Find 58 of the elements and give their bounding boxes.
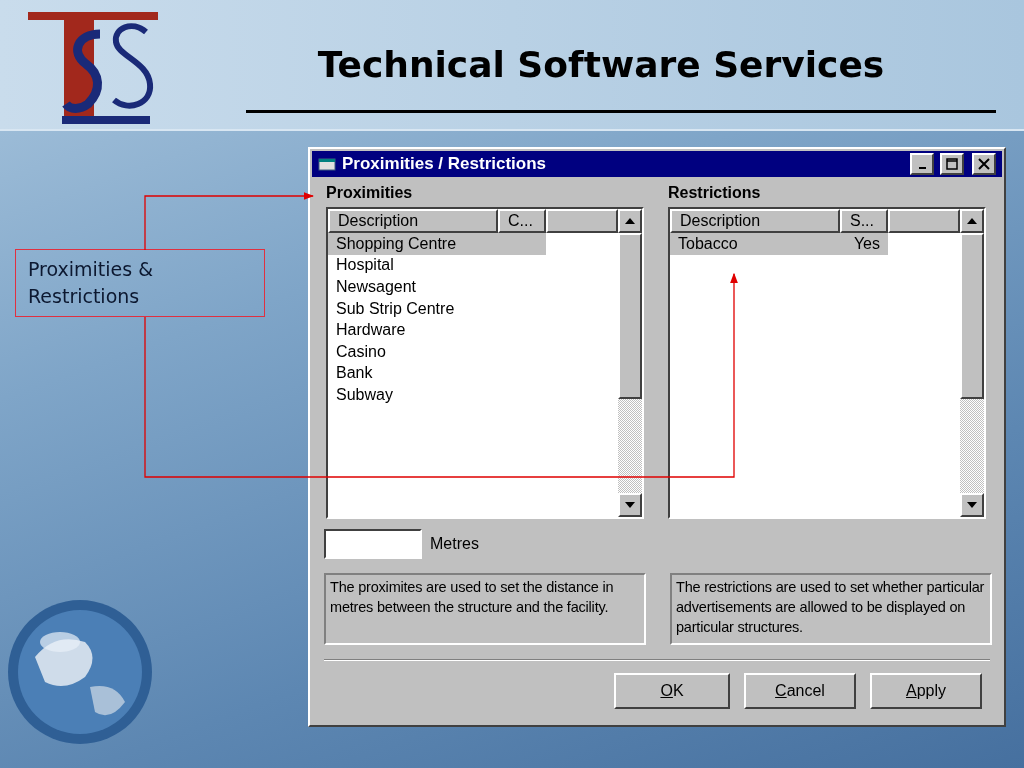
column-header[interactable]: S... [840, 209, 888, 233]
list-cell-text: Hospital [335, 255, 395, 276]
list-view[interactable]: Description C... Shopping Centre Hospital Newsagent Sub Strip Centre Hardware Casino Bank Subway [326, 207, 644, 519]
column-header [546, 209, 618, 233]
dialog-button[interactable]: Cancel [744, 673, 856, 709]
close-icon [978, 158, 990, 170]
window-title: Proximities / Restrictions [342, 153, 548, 176]
down-arrow-icon [625, 502, 635, 508]
list-cell-text: Subway [335, 384, 394, 405]
list-view[interactable]: Description S... Tobacco Yes [668, 207, 986, 519]
list-row[interactable]: Subway [328, 384, 546, 406]
list-cell-text: Tobacco [677, 233, 739, 254]
dialog-button[interactable]: Apply [870, 673, 982, 709]
column-header [888, 209, 960, 233]
scroll-thumb[interactable] [618, 233, 642, 399]
callout-box: Proximities & Restrictions [15, 249, 265, 317]
list-cell-text: Bank [335, 363, 374, 384]
up-arrow-icon [625, 218, 635, 224]
scroll-up-button[interactable] [618, 209, 642, 233]
list-cell-text: Sub Strip Centre [335, 298, 456, 319]
down-arrow-icon [967, 502, 977, 508]
scroll-down-button[interactable] [618, 493, 642, 517]
section-heading: Proximities [326, 183, 414, 203]
list-row[interactable]: Hospital [328, 254, 546, 277]
dialog-button[interactable]: OK [614, 673, 730, 709]
minimize-icon [918, 167, 926, 169]
scrollbar[interactable] [618, 209, 642, 517]
help-text: The proximites are used to set the distance in metres between the structure and the facility. [324, 573, 646, 645]
list-cell-text: Casino [335, 341, 387, 362]
list-row[interactable]: Newsagent [328, 276, 546, 298]
scrollbar[interactable] [960, 209, 984, 517]
list-cell-text: Yes [852, 233, 881, 254]
list-row[interactable]: Hardware [328, 319, 546, 341]
maximize-button[interactable] [940, 153, 964, 175]
list-row[interactable]: Sub Strip Centre [328, 297, 546, 320]
list-cell-text: Newsagent [335, 277, 418, 297]
window-icon [318, 156, 336, 172]
section-heading: Restrictions [668, 183, 762, 203]
help-text: The restrictions are used to set whether particular advertisements are allowed to be displayed on particular structures. [670, 573, 992, 645]
minimize-button[interactable] [910, 153, 934, 175]
scroll-up-button[interactable] [960, 209, 984, 233]
column-header[interactable]: C... [498, 209, 546, 233]
maximize-icon [946, 158, 958, 170]
unit-label: Metres [430, 534, 479, 554]
scroll-thumb[interactable] [960, 233, 984, 399]
list-row[interactable]: Casino [328, 340, 546, 363]
list-row[interactable]: Bank [328, 362, 546, 385]
distance-field[interactable] [324, 529, 422, 559]
close-button[interactable] [972, 153, 996, 175]
list-cell-text: Hardware [335, 320, 407, 341]
list-row[interactable]: Shopping Centre [328, 233, 546, 255]
slide-title: Technical Software Services [317, 43, 885, 87]
column-header[interactable]: Description [328, 209, 498, 233]
column-header[interactable]: Description [670, 209, 840, 233]
list-cell-text: Shopping Centre [335, 233, 458, 254]
up-arrow-icon [967, 218, 977, 224]
scroll-down-button[interactable] [960, 493, 984, 517]
list-row[interactable]: Tobacco Yes [670, 233, 888, 255]
